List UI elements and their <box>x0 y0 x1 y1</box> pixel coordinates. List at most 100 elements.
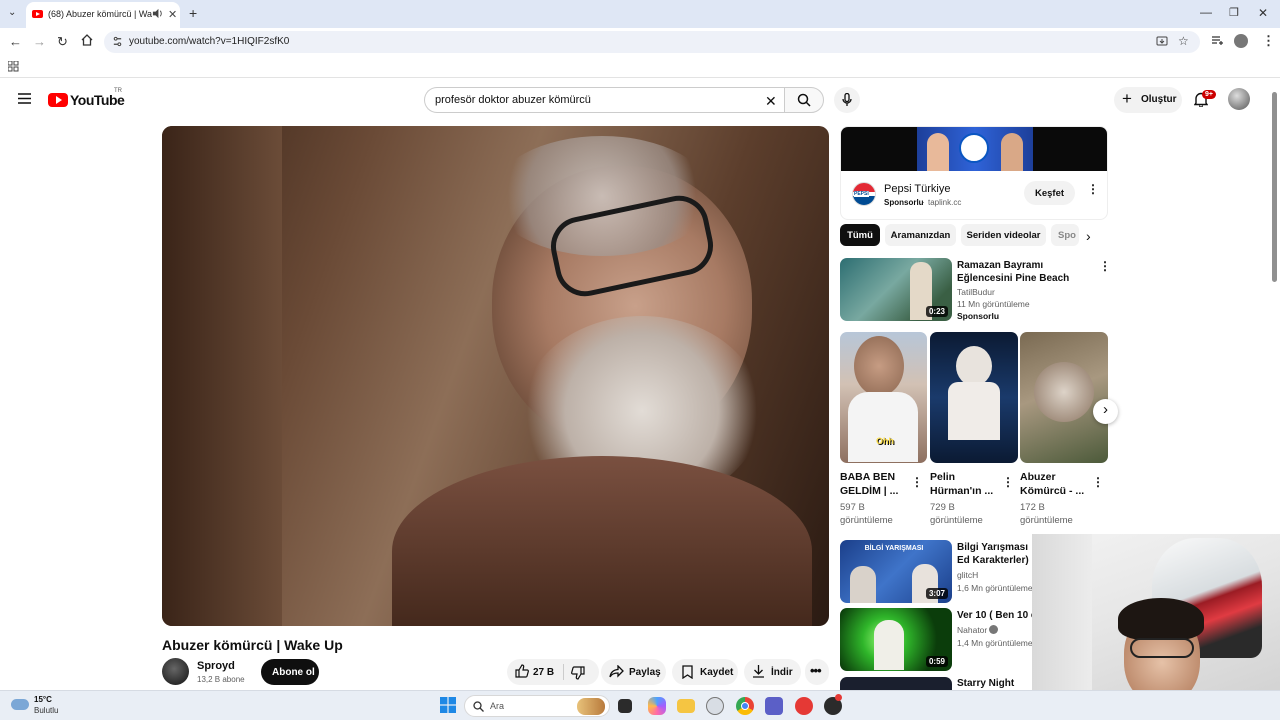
download-button[interactable]: İndir <box>744 659 801 685</box>
like-count: 27 B <box>533 667 555 678</box>
search-button[interactable] <box>784 87 824 113</box>
short-thumbnail[interactable] <box>1020 332 1108 463</box>
short-title[interactable]: Pelin Hürman'ın ... <box>930 470 1000 498</box>
subscribe-button[interactable]: Abone ol <box>261 659 319 685</box>
subscriber-count: 13,2 B abone <box>197 675 245 684</box>
related-video-title[interactable]: Bilgi Yarışması Ed Karakterler) <box>957 541 1033 568</box>
short-menu-icon[interactable]: ⋮ <box>1002 476 1014 488</box>
profile-avatar-icon[interactable] <box>1234 34 1248 48</box>
recording-app-icon[interactable] <box>795 697 813 715</box>
video-player[interactable] <box>162 126 829 626</box>
browser-tab-active[interactable]: (68) Abuzer kömürcü | Wake Up - YouTube … <box>26 2 180 28</box>
taskbar-search-input[interactable]: Ara <box>464 695 610 717</box>
chip-sports[interactable]: Spo <box>1051 224 1079 246</box>
install-icon[interactable] <box>1156 36 1168 47</box>
short-views: 172 B görüntüleme <box>1020 502 1073 526</box>
sponsored-video-thumbnail[interactable]: 0:23 <box>840 258 952 321</box>
obs-icon[interactable] <box>824 694 842 715</box>
youtube-logo[interactable]: YouTube TR <box>48 88 128 108</box>
short-menu-icon[interactable]: ⋮ <box>911 476 923 488</box>
video-duration: 0:59 <box>925 656 948 667</box>
teams-icon[interactable] <box>765 697 783 715</box>
video-duration: 0:23 <box>925 306 948 317</box>
like-button[interactable]: 27 B <box>515 664 560 680</box>
voice-search-button[interactable] <box>834 87 860 113</box>
verified-badge-icon <box>989 625 998 634</box>
guide-menu-icon[interactable] <box>18 93 31 104</box>
window-close-icon[interactable]: ✕ <box>1258 6 1268 20</box>
tab-search-icon[interactable]: ⌄ <box>8 7 16 18</box>
apps-grid-icon[interactable] <box>8 61 19 72</box>
maximize-icon[interactable]: ❐ <box>1229 6 1239 19</box>
related-video-channel[interactable]: Nahator <box>957 624 987 636</box>
related-video-title[interactable]: Starry Night <box>957 677 1033 690</box>
share-label: Paylaş <box>629 667 661 678</box>
taskbar-search-icon <box>473 701 484 712</box>
related-video-thumbnail[interactable]: BİLGİ YARIŞMASI 3:07 <box>840 540 952 603</box>
new-tab-icon[interactable]: + <box>189 5 197 21</box>
chip-all[interactable]: Tümü <box>840 224 880 246</box>
task-view-icon[interactable] <box>618 699 632 713</box>
clear-search-icon[interactable]: ✕ <box>765 93 777 110</box>
tab-close-icon[interactable]: ✕ <box>168 8 177 21</box>
ad-cta-button[interactable]: Keşfet <box>1024 181 1075 205</box>
url-text: youtube.com/watch?v=1HIQIF2sfK0 <box>129 36 290 47</box>
short-title[interactable]: Abuzer Kömürcü - ... <box>1020 470 1090 498</box>
page-scrollbar[interactable] <box>1272 92 1277 282</box>
video-frame-subject <box>162 126 829 626</box>
dislike-icon[interactable] <box>571 666 585 680</box>
home-icon[interactable] <box>81 34 93 46</box>
file-explorer-icon[interactable] <box>677 699 695 713</box>
minimize-icon[interactable]: — <box>1200 5 1212 19</box>
forward-icon[interactable]: → <box>33 34 46 49</box>
short-title[interactable]: BABA BEN GELDİM | ... <box>840 470 910 498</box>
reading-list-icon[interactable] <box>1211 35 1223 46</box>
sponsored-ad-card[interactable]: PEPSI Pepsi Türkiye Sponsorlu · taplink.… <box>840 126 1108 220</box>
windows-start-icon[interactable] <box>440 697 456 713</box>
pepsi-badge-icon <box>959 133 989 163</box>
plus-icon: + <box>1122 89 1132 108</box>
sponsored-video-channel[interactable]: TatilBudur <box>957 286 995 298</box>
chip-from-search[interactable]: Aramanızdan <box>885 224 956 246</box>
related-video-views: 1,6 Mn görüntüleme <box>957 583 1033 593</box>
search-input[interactable]: profesör doktor abuzer kömürcü ✕ <box>424 87 785 113</box>
related-video-title[interactable]: Ver 10 ( Ben 10 ed <box>957 609 1033 623</box>
weather-temperature[interactable]: 15°C <box>34 695 52 704</box>
short-thumbnail[interactable] <box>930 332 1018 463</box>
sponsored-video-title[interactable]: Ramazan Bayramı Eğlencesini Pine Beach B… <box>957 259 1089 286</box>
video-duration: 3:07 <box>925 588 948 599</box>
search-icon <box>797 93 811 107</box>
ad-banner-image <box>841 127 1107 171</box>
more-horizontal-icon: ••• <box>810 663 822 678</box>
copilot-icon[interactable] <box>648 697 666 715</box>
short-thumbnail[interactable]: Ohh <box>840 332 927 463</box>
create-button[interactable]: + Oluştur <box>1114 87 1182 113</box>
shorts-next-button[interactable]: › <box>1093 399 1118 424</box>
weather-cloud-icon[interactable] <box>11 699 29 710</box>
bookmark-star-icon[interactable]: ☆ <box>1178 34 1189 48</box>
ad-domain: taplink.cc <box>928 198 962 207</box>
tab-title: (68) Abuzer kömürcü | Wake Up - YouTube <box>48 9 152 19</box>
sponsored-video-menu-icon[interactable]: ⋮ <box>1099 260 1111 272</box>
back-icon[interactable]: ← <box>9 34 22 49</box>
related-video-channel[interactable]: glitcH <box>957 569 978 581</box>
channel-name[interactable]: Sproyd <box>197 660 235 672</box>
short-menu-icon[interactable]: ⋮ <box>1092 476 1104 488</box>
search-highlight-icon <box>577 698 605 715</box>
more-actions-button[interactable]: ••• <box>805 659 829 685</box>
account-avatar[interactable] <box>1228 88 1250 110</box>
vpn-icon[interactable] <box>706 697 724 715</box>
speaker-icon[interactable] <box>152 8 163 19</box>
related-video-thumbnail[interactable]: 0:59 <box>840 608 952 671</box>
save-button[interactable]: Kaydet <box>672 659 738 685</box>
chrome-icon[interactable] <box>736 697 754 715</box>
browser-menu-icon[interactable]: ⋮ <box>1262 33 1275 49</box>
reload-icon[interactable]: ↻ <box>57 34 68 50</box>
channel-avatar[interactable] <box>162 658 189 685</box>
chips-next-icon[interactable]: › <box>1086 228 1091 244</box>
url-field[interactable]: youtube.com/watch?v=1HIQIF2sfK0 ☆ <box>104 31 1200 53</box>
site-info-icon[interactable] <box>112 36 123 47</box>
share-button[interactable]: Paylaş <box>601 659 666 685</box>
ad-menu-icon[interactable]: ⋮ <box>1087 183 1099 195</box>
chip-from-series[interactable]: Seriden videolar <box>961 224 1046 246</box>
